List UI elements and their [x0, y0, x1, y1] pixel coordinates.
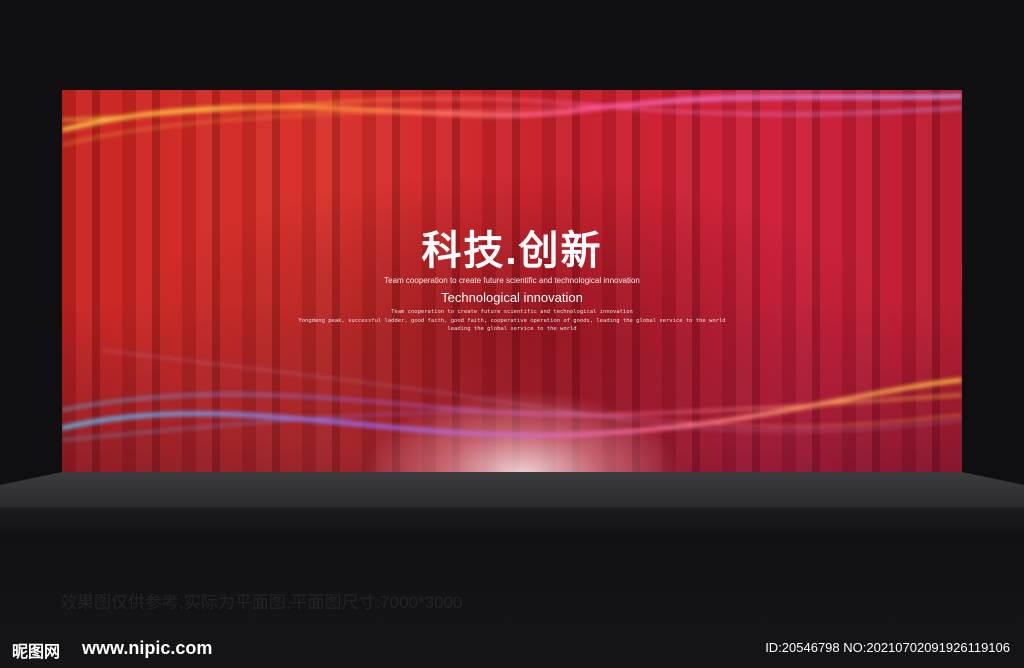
banner-small-line-3: leading the global service to the world: [447, 326, 577, 332]
reference-note: 效果图仅供参考,实际为平面图,平面图尺寸:7000*3000: [60, 593, 463, 612]
banner-title: 科技.创新: [421, 229, 603, 273]
backdrop-banner: 科技.创新 Team cooperation to create future …: [62, 90, 962, 472]
image-id: ID:20546798 NO:20210702091926119106: [765, 640, 1010, 655]
banner-tagline: Team cooperation to create future scient…: [384, 276, 640, 285]
banner-small-line-1: Team cooperation to create future scient…: [391, 309, 633, 315]
banner-subtitle: Technological innovation: [441, 290, 583, 305]
banner-small-line-2: Yongdeng peak, successful ladder, good f…: [298, 318, 726, 324]
site-url: www.nipic.com: [82, 638, 213, 658]
nipic-logo: 昵图网: [12, 644, 61, 661]
